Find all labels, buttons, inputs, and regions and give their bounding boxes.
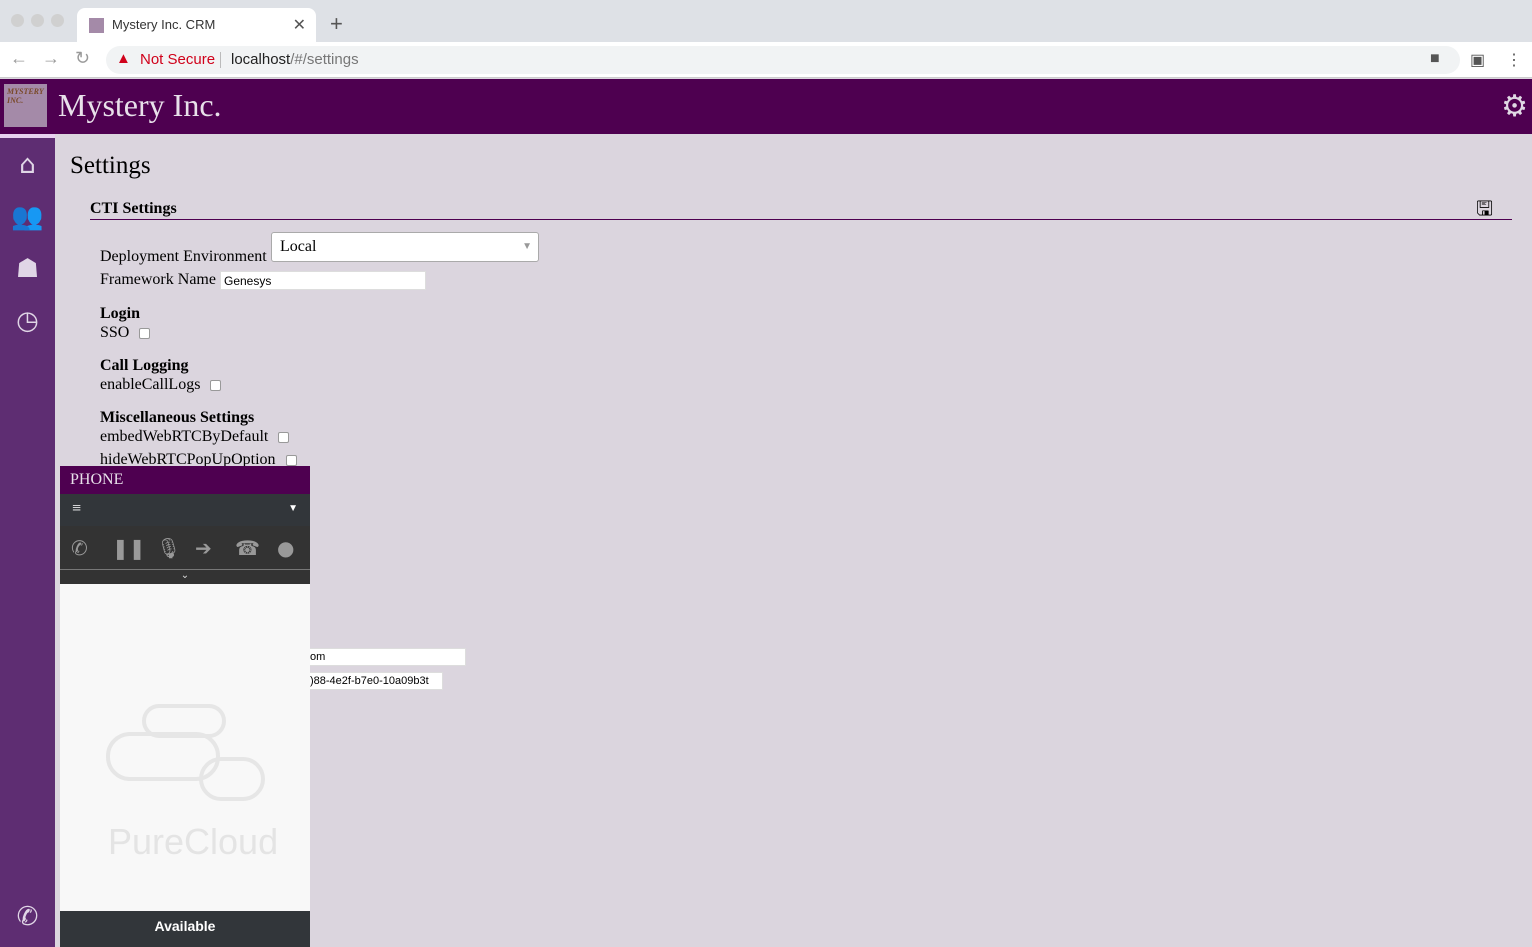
logo-text: MYSTERY INC.	[7, 87, 44, 105]
forward-icon[interactable]: →	[42, 48, 60, 69]
back-icon[interactable]: ←	[10, 48, 28, 69]
record-icon[interactable]: ●	[277, 536, 294, 560]
phone-panel: PHONE ≡ ▼ ✆ ❚❚ 🎙 ➔ ☎ ● ⌄ PureCloud Avail…	[60, 466, 310, 947]
expand-chevron-icon[interactable]: ⌄	[60, 570, 310, 584]
purecloud-logo-icon	[106, 704, 265, 801]
logo[interactable]: MYSTERY INC.	[4, 84, 47, 127]
deployment-select[interactable]: Local ▼	[271, 232, 539, 262]
page-title: Settings	[70, 152, 151, 179]
hangup-icon[interactable]: ☎	[235, 536, 260, 560]
url-host: localhost	[231, 51, 291, 68]
ghost-icon[interactable]: ☗	[0, 254, 55, 284]
close-tab-icon[interactable]: ✕	[293, 15, 306, 35]
url-path: /#/settings	[290, 51, 359, 68]
browser-tab-strip: Mystery Inc. CRM ✕ +	[0, 0, 1532, 42]
framework-label: Framework Name	[100, 271, 216, 288]
pause-icon[interactable]: ❚❚	[112, 536, 146, 560]
users-icon[interactable]: 👥	[0, 202, 55, 232]
favicon-icon	[89, 18, 104, 33]
gear-icon[interactable]: ⚙	[1501, 89, 1528, 124]
call-controls: ✆ ❚❚ 🎙 ➔ ☎ ●	[60, 526, 310, 570]
hamburger-icon[interactable]: ≡	[72, 500, 81, 518]
sso-checkbox[interactable]	[139, 328, 150, 339]
sso-label: SSO	[100, 324, 130, 341]
partial-input-1[interactable]: om	[306, 648, 466, 666]
misc-heading: Miscellaneous Settings	[100, 409, 255, 426]
embed-label: embedWebRTCByDefault	[100, 428, 269, 445]
partial-input-2[interactable]: )88-4e2f-b7e0-10a09b3t	[306, 672, 443, 690]
call-logs-checkbox[interactable]	[210, 380, 221, 391]
browser-tab[interactable]: Mystery Inc. CRM ✕	[77, 8, 316, 42]
app-header: MYSTERY INC. Mystery Inc. ⚙	[0, 79, 1532, 134]
warning-icon: ▲	[116, 50, 131, 67]
section-title: CTI Settings	[90, 200, 1512, 220]
brand-title: Mystery Inc.	[58, 87, 222, 123]
caret-down-icon[interactable]: ▼	[288, 503, 298, 514]
call-logs-label: enableCallLogs	[100, 376, 201, 393]
tab-title: Mystery Inc. CRM	[112, 17, 216, 32]
browser-toolbar: ← → ↻ ▲ Not Secure localhost/#/settings …	[0, 42, 1532, 78]
menu-icon[interactable]: ⋮	[1506, 50, 1522, 70]
purecloud-brand: PureCloud	[108, 821, 279, 862]
dropdown-arrow-icon: ▼	[522, 241, 532, 252]
home-icon[interactable]: ⌂	[0, 150, 55, 180]
microphone-icon[interactable]: 🎙	[156, 536, 181, 560]
framework-input[interactable]: Genesys	[220, 271, 426, 290]
sidebar: ⌂ 👥 ☗ ◷ ✆	[0, 134, 55, 947]
call-icon[interactable]: ✆	[71, 536, 88, 560]
minimize-window-button[interactable]	[31, 14, 44, 27]
phone-title: PHONE	[60, 466, 310, 494]
save-icon[interactable]: 🖫	[1476, 194, 1493, 228]
transfer-icon[interactable]: ➔	[195, 536, 212, 560]
login-heading: Login	[100, 305, 141, 322]
maximize-window-button[interactable]	[51, 14, 64, 27]
close-window-button[interactable]	[11, 14, 24, 27]
divider	[220, 52, 221, 68]
status-button[interactable]: Available	[60, 911, 310, 947]
call-logging-heading: Call Logging	[100, 357, 189, 374]
clock-icon[interactable]: ◷	[0, 306, 55, 336]
address-bar[interactable]: ▲ Not Secure localhost/#/settings	[106, 46, 1460, 74]
security-label: Not Secure	[140, 51, 216, 68]
clipboard-icon[interactable]: ▣	[1470, 50, 1485, 70]
hide-checkbox[interactable]	[286, 455, 297, 466]
deployment-label: Deployment Environment	[100, 248, 267, 265]
phone-menu-bar: ≡ ▼	[60, 494, 310, 526]
phone-icon[interactable]: ✆	[0, 902, 55, 932]
new-tab-button[interactable]: +	[330, 11, 343, 37]
deployment-value: Local	[280, 238, 317, 255]
embed-checkbox[interactable]	[278, 432, 289, 443]
camera-icon[interactable]: ■	[1430, 50, 1440, 68]
url-text: localhost/#/settings	[231, 51, 359, 68]
reload-icon[interactable]: ↻	[75, 48, 90, 69]
